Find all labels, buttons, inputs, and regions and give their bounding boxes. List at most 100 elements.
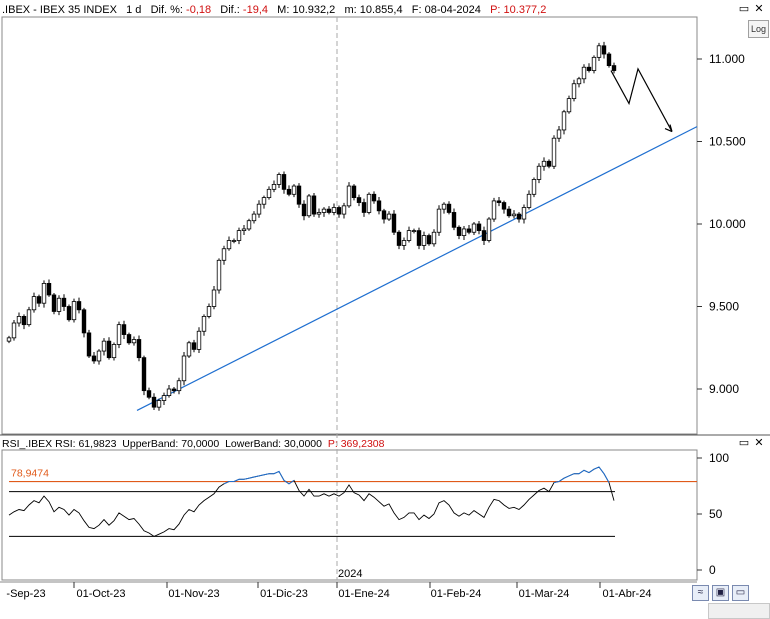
rsi-close-icon[interactable]: ✕ [752, 437, 766, 449]
candle-body [56, 297, 62, 312]
price-label: P: [490, 4, 501, 16]
rsi-p-label: P: [327, 438, 338, 450]
candle-body [546, 160, 552, 167]
candle-body [141, 357, 147, 392]
log-scale-button[interactable]: Log [748, 20, 769, 38]
candle-body [581, 66, 587, 80]
x-tick-label: 01-Ene-24 [338, 588, 389, 600]
candle-body [456, 226, 462, 236]
candle-body [601, 45, 607, 55]
candle-body [436, 208, 442, 233]
candle-body [196, 330, 202, 350]
candle-body [11, 322, 17, 339]
candle-body [126, 334, 132, 344]
x-tick-label: 01-Mar-24 [519, 588, 570, 600]
candle-body [66, 306, 72, 321]
price-panel-frame [1, 16, 698, 435]
x-tick-label: 01-Dic-23 [260, 588, 308, 600]
candle-body [146, 390, 152, 398]
candle-body [576, 78, 582, 85]
candle-body [531, 179, 537, 195]
candle-body [151, 396, 157, 408]
date-label: F: [411, 4, 422, 16]
close-window-icon[interactable]: ✕ [752, 3, 766, 15]
window-icon[interactable]: ▭ [732, 585, 749, 601]
candle-body [336, 207, 342, 215]
save-icon[interactable]: ▣ [712, 585, 729, 601]
candle-body [611, 65, 617, 71]
candle-body [96, 350, 102, 362]
chg-pct-value: -0,18 [186, 4, 212, 16]
rsi-level-label: 78,9474 [11, 468, 49, 480]
rsi-label: RSI: [55, 438, 76, 450]
candle-body [421, 235, 427, 246]
high-value: 10.932,2 [292, 4, 336, 16]
candle-body [161, 395, 167, 401]
chg-value: -19,4 [242, 4, 268, 16]
rsi-p-value: 369,2308 [340, 438, 385, 450]
candle-body [376, 200, 382, 212]
candle-body [586, 66, 592, 71]
x-tick-label: 01-Abr-24 [603, 588, 652, 600]
candle-body [506, 208, 512, 217]
rsi-line [8, 466, 615, 537]
candle-body [231, 240, 237, 242]
chart-window: 9.000 9.500 10.000 10.500 11.000 0 50 100 -Sep-2… [0, 0, 770, 619]
candle-body [76, 301, 82, 311]
rsi-value: 61,9823 [78, 438, 117, 450]
candle-body [476, 223, 482, 231]
candle-body [381, 210, 387, 220]
candle-body [176, 380, 182, 392]
x-tick-label: -Sep-23 [6, 588, 45, 600]
candle-body [211, 289, 217, 307]
candle-body [401, 240, 407, 246]
y-tick-label: 10.500 [709, 135, 746, 149]
candle-body [516, 213, 522, 220]
upper-band-value: 70,0000 [181, 438, 220, 450]
x-tick-label: 01-Oct-23 [77, 588, 126, 600]
candle-body [166, 388, 172, 396]
y-tick-label: 10.000 [709, 217, 746, 231]
year-label: 2024 [338, 568, 362, 580]
candle-body [251, 213, 257, 222]
candle-body [451, 212, 457, 228]
candle-body [356, 197, 362, 203]
candle-body [481, 230, 487, 241]
low-label: m: [344, 4, 357, 16]
candle-body [461, 228, 467, 236]
candle-body [371, 193, 377, 202]
candle-body [276, 174, 282, 185]
candle-body [341, 205, 347, 215]
price-value: 10.377,2 [503, 4, 547, 16]
candle-body [41, 282, 47, 304]
candle-body [216, 259, 222, 291]
y-tick-label: 9.000 [709, 382, 739, 396]
candle-body [501, 202, 507, 210]
candle-body [46, 282, 52, 296]
chart-canvas[interactable]: 9.000 9.500 10.000 10.500 11.000 0 50 100 -Sep-2… [0, 0, 770, 619]
maximize-window-icon[interactable]: ▭ [737, 3, 751, 15]
candle-body [361, 202, 367, 213]
candle-body [131, 339, 137, 344]
candle-body [296, 185, 302, 205]
candle-body [521, 207, 527, 220]
candle-body [36, 296, 42, 304]
x-tick-label: 01-Nov-23 [168, 588, 219, 600]
y-tick-label: 11.000 [709, 52, 745, 66]
rsi-y-tick-label: 50 [709, 507, 723, 521]
horizontal-scrollbar[interactable] [708, 603, 770, 619]
candle-body [181, 355, 187, 382]
candle-body [266, 188, 272, 199]
candle-body [261, 197, 267, 205]
candle-body [326, 208, 332, 213]
candle-body [206, 306, 212, 317]
lower-band-value: 30,0000 [284, 438, 322, 450]
candle-body [21, 315, 27, 326]
candle-body [26, 309, 32, 326]
rsi-name: RSI_.IBEX [2, 438, 53, 450]
candle-body [536, 165, 542, 180]
chart-settings-icon[interactable]: ≈ [692, 585, 709, 601]
rsi-maximize-icon[interactable]: ▭ [737, 437, 751, 449]
candle-body [346, 185, 352, 207]
candle-body [241, 228, 247, 231]
